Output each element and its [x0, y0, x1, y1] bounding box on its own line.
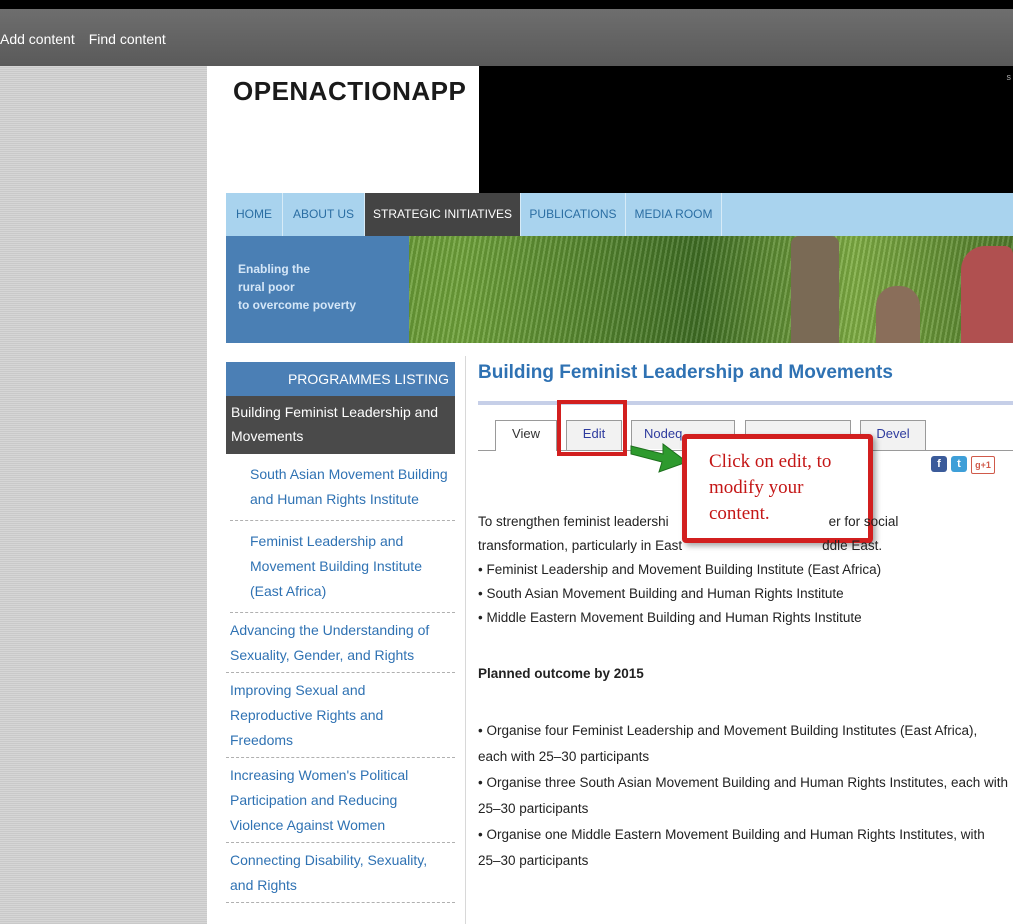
header-corner-text: s: [1006, 72, 1012, 82]
banner-tagline-line: Enabling the: [238, 262, 310, 276]
nav-item-publications[interactable]: PUBLICATIONS: [521, 193, 626, 236]
callout-line: modify your: [709, 477, 804, 498]
intro-line1-end: er for social: [828, 514, 899, 529]
nav-item-home[interactable]: HOME: [226, 193, 283, 236]
banner-tagline: Enabling the rural poor to overcome pove…: [238, 260, 356, 314]
intro-paragraph-line: To strengthen feminist leadershi er for s…: [478, 510, 1013, 534]
main-content: Building Feminist Leadership and Movemen…: [478, 356, 1013, 868]
intro-line2: transformation, particularly in East: [478, 538, 683, 553]
admin-shortcuts: Add content Find content: [0, 31, 180, 47]
bullet-item: • Feminist Leadership and Movement Build…: [478, 562, 882, 577]
sidebar-subitem[interactable]: Feminist Leadership and Movement Buildin…: [230, 521, 455, 613]
banner-tagline-box: Enabling the rural poor to overcome pove…: [226, 236, 409, 343]
callout-line: Click on edit, to: [709, 451, 832, 472]
find-content-link[interactable]: Find content: [89, 31, 166, 47]
google-plus-icon[interactable]: g+1: [971, 456, 995, 474]
sidebar-item-active[interactable]: Building Feminist Leadership and Movemen…: [226, 396, 455, 454]
twitter-icon[interactable]: t: [951, 456, 967, 472]
sidebar-item[interactable]: Connecting Disability, Sexuality, and Ri…: [226, 843, 455, 903]
site-header: OPENACTIONAPP s: [226, 66, 1013, 193]
tab-view[interactable]: View: [495, 420, 557, 451]
outcome-item: • Organise four Feminist Leadership and …: [478, 723, 978, 764]
hero-banner: Enabling the rural poor to overcome pove…: [226, 236, 1013, 343]
programmes-listing-heading: PROGRAMMES LISTING: [226, 362, 455, 396]
page-title: Building Feminist Leadership and Movemen…: [478, 362, 893, 383]
nav-item-about-us[interactable]: ABOUT US: [283, 193, 365, 236]
programmes-sidebar: PROGRAMMES LISTING Building Feminist Lea…: [226, 362, 455, 903]
intro-text: To strengthen feminist leadershi er for s…: [478, 510, 1013, 630]
outcome-item: • Organise one Middle Eastern Movement B…: [478, 827, 985, 868]
column-divider: [465, 356, 466, 924]
banner-figure: [961, 246, 1013, 343]
intro-line2-end: ddle East.: [822, 538, 883, 553]
nav-item-strategic-initiatives[interactable]: STRATEGIC INITIATIVES: [365, 193, 521, 236]
outcome-list: • Organise four Feminist Leadership and …: [478, 718, 1010, 874]
site-name[interactable]: OPENACTIONAPP: [233, 76, 466, 107]
banner-figure: [791, 236, 839, 343]
facebook-icon[interactable]: f: [931, 456, 947, 472]
top-border: [0, 0, 1013, 9]
sidebar-item[interactable]: Advancing the Understanding of Sexuality…: [226, 613, 455, 673]
sidebar-subitem[interactable]: South Asian Movement Building and Human …: [230, 454, 455, 521]
edit-tab-highlight: [557, 400, 627, 456]
sidebar-item[interactable]: Improving Sexual and Reproductive Rights…: [226, 673, 455, 758]
main-navigation: HOME ABOUT US STRATEGIC INITIATIVES PUBL…: [226, 193, 1013, 236]
banner-tagline-line: rural poor: [238, 280, 295, 294]
banner-tagline-line: to overcome poverty: [238, 298, 357, 312]
intro-line1: To strengthen feminist leadershi: [478, 514, 669, 529]
nav-item-media-room[interactable]: MEDIA ROOM: [626, 193, 722, 236]
left-background-column: [0, 66, 207, 924]
pointer-arrow-icon: [630, 443, 689, 473]
social-share-buttons: f t g+1: [931, 456, 999, 474]
outcome-item: • Organise three South Asian Movement Bu…: [478, 775, 1009, 816]
bullet-item: • Middle Eastern Movement Building and H…: [478, 610, 862, 625]
sidebar-item[interactable]: Increasing Women's Political Participati…: [226, 758, 455, 843]
admin-toolbar: Add content Find content: [0, 9, 1013, 66]
header-banner-area: s: [479, 66, 1013, 193]
bullet-item: • South Asian Movement Building and Huma…: [478, 586, 844, 601]
add-content-link[interactable]: Add content: [0, 31, 75, 47]
planned-outcome-heading: Planned outcome by 2015: [478, 666, 644, 681]
banner-figure: [876, 286, 920, 343]
intro-paragraph-line: transformation, particularly in East ddle…: [478, 534, 1013, 558]
